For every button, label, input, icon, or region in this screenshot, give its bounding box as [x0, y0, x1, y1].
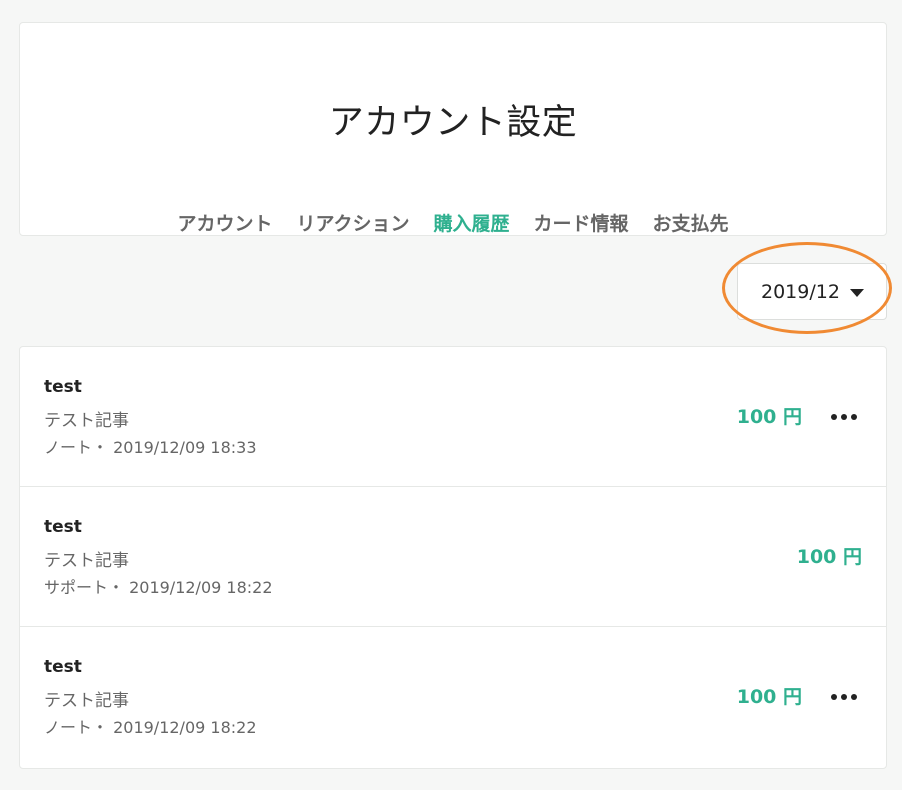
tab-payout[interactable]: お支払先	[653, 211, 729, 237]
purchase-article-name: テスト記事	[44, 551, 129, 571]
purchase-title[interactable]: test	[44, 516, 82, 538]
purchase-price: 100 円	[736, 686, 802, 708]
dot	[841, 694, 847, 700]
more-dots-icon[interactable]	[831, 689, 857, 705]
dot	[841, 414, 847, 420]
tab-purchase-history[interactable]: 購入履歴	[434, 211, 510, 237]
dot	[831, 414, 837, 420]
purchase-row: test テスト記事 サポート・ 2019/12/09 18:22 100 円	[20, 487, 886, 627]
purchase-meta: ノート・ 2019/12/09 18:22	[44, 718, 257, 737]
caret-down-icon	[850, 289, 864, 297]
purchase-price: 100 円	[796, 546, 862, 568]
purchase-title[interactable]: test	[44, 376, 82, 398]
dot	[851, 414, 857, 420]
tab-account[interactable]: アカウント	[177, 211, 272, 237]
page-title: アカウント設定	[328, 103, 578, 143]
more-dots-icon[interactable]	[831, 409, 857, 425]
purchase-title[interactable]: test	[44, 656, 82, 678]
purchase-list: test テスト記事 ノート・ 2019/12/09 18:33 100 円 t…	[19, 346, 887, 769]
purchase-price: 100 円	[736, 406, 802, 428]
dot	[851, 694, 857, 700]
purchase-row: test テスト記事 ノート・ 2019/12/09 18:33 100 円	[20, 347, 886, 487]
month-select[interactable]: 2019/12	[737, 263, 887, 320]
purchase-article-name: テスト記事	[44, 691, 129, 711]
account-settings-header: アカウント設定 アカウント リアクション 購入履歴 カード情報 お支払先	[19, 22, 887, 236]
purchase-meta: サポート・ 2019/12/09 18:22	[44, 578, 273, 597]
tab-reactions[interactable]: リアクション	[296, 211, 409, 237]
tab-card-info[interactable]: カード情報	[534, 211, 629, 237]
purchase-meta: ノート・ 2019/12/09 18:33	[44, 438, 257, 457]
settings-tabs: アカウント リアクション 購入履歴 カード情報 お支払先	[20, 211, 886, 237]
purchase-article-name: テスト記事	[44, 411, 129, 431]
purchase-row: test テスト記事 ノート・ 2019/12/09 18:22 100 円	[20, 627, 886, 767]
month-select-value: 2019/12	[761, 280, 840, 303]
dot	[831, 694, 837, 700]
